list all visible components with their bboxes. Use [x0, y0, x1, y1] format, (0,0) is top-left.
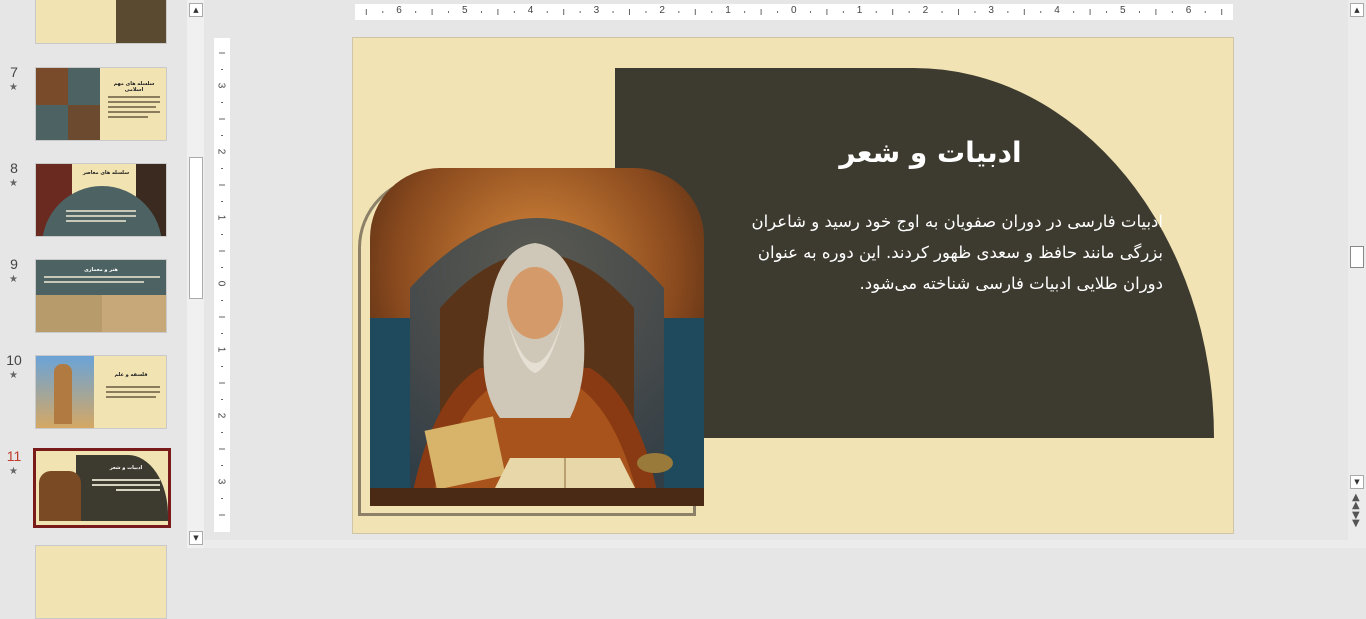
vertical-ruler: 3 2 1 0 1 2 3: [214, 38, 230, 532]
ruler-label: 2: [922, 5, 929, 16]
ruler-label: 5: [1120, 5, 1126, 16]
canvas-scrollbar[interactable]: ▲ ▼ ▲ ▲ ▼ ▼: [1348, 0, 1366, 548]
thumbnail-image: [102, 295, 166, 332]
thumbnail-image: [36, 295, 102, 332]
slide-thumbnail-panel: 7 ★ سلسله های مهم اسلامی 8 ★ سلسله های م…: [0, 0, 186, 619]
thumbnail-image: [39, 471, 81, 521]
thumbnail-title: سلسله های مهم اسلامی: [113, 81, 155, 93]
scroll-up-button[interactable]: ▲: [189, 3, 203, 17]
slide-thumbnail-6[interactable]: [35, 0, 167, 44]
slide-number: 7: [10, 64, 18, 80]
slide-number: 11: [6, 448, 22, 464]
ruler-label: 6: [396, 5, 402, 16]
star-icon: ★: [9, 466, 18, 477]
horizontal-scrollbar[interactable]: [204, 540, 1348, 548]
slide-thumbnail-10[interactable]: فلسفه و علم: [35, 355, 167, 429]
thumbnail-image: [36, 68, 68, 105]
star-icon: ★: [9, 178, 18, 189]
thumbnail-image: [68, 105, 100, 140]
ruler-label: 2: [215, 412, 227, 419]
ruler-label: 0: [215, 280, 227, 287]
ruler-label: 1: [215, 346, 227, 353]
horizontal-ruler: 6 5 4 3 2 1 0 1 2 3 4 5 6: [355, 4, 1233, 20]
next-slide-icon[interactable]: ▼ ▼: [1352, 511, 1360, 529]
thumbnail-title: فلسفه و علم: [114, 372, 148, 378]
thumbnail-title: هنر و معماری: [84, 267, 118, 273]
ruler-label: 3: [215, 478, 227, 485]
star-icon: ★: [9, 82, 18, 93]
thumbnail-scrollbar[interactable]: ▲ ▼: [187, 0, 204, 548]
scroll-thumb[interactable]: [1350, 246, 1364, 268]
slide-number: 8: [10, 160, 18, 176]
slide-number: 10: [6, 352, 22, 368]
ruler-label: 3: [988, 5, 994, 16]
ruler-label: 4: [527, 5, 534, 16]
slide-number: 9: [10, 256, 18, 272]
ruler-label: 5: [462, 5, 468, 16]
poet-painting-image[interactable]: [370, 168, 704, 506]
thumbnail-title: ادبیات و شعر: [109, 465, 143, 471]
scroll-thumb[interactable]: [189, 157, 203, 299]
thumbnail-tower: [54, 364, 72, 424]
slide-thumbnail-11-selected[interactable]: ادبیات و شعر: [33, 448, 171, 528]
ruler-label: 0: [791, 5, 797, 16]
scroll-down-button[interactable]: ▼: [1350, 475, 1364, 489]
ruler-label: 1: [856, 5, 863, 16]
star-icon: ★: [9, 274, 18, 285]
ruler-label: 2: [659, 5, 665, 16]
thumbnail-image: [116, 0, 166, 43]
slide-canvas[interactable]: ادبیات و شعر ادبیات فارسی در دوران صفویا…: [352, 37, 1234, 534]
ruler-label: 3: [215, 82, 227, 89]
star-icon: ★: [9, 370, 18, 381]
slide-title[interactable]: ادبیات و شعر: [683, 136, 1178, 169]
scroll-down-button[interactable]: ▼: [189, 531, 203, 545]
poet-painting-illustration: [370, 168, 704, 506]
ruler-label: 3: [593, 5, 600, 16]
ruler-label: 6: [1185, 5, 1192, 16]
scroll-up-button[interactable]: ▲: [1350, 3, 1364, 17]
ruler-label: 2: [215, 148, 227, 155]
ruler-label: 1: [215, 214, 227, 221]
slide-body-text[interactable]: ادبیات فارسی در دوران صفویان به اوج خود …: [728, 206, 1163, 299]
previous-slide-icon[interactable]: ▲ ▲: [1352, 493, 1360, 511]
slide-thumbnail-12[interactable]: [35, 545, 167, 619]
ruler-label: 4: [1054, 5, 1060, 16]
slide-thumbnail-9[interactable]: هنر و معماری: [35, 259, 167, 333]
ruler-label: 1: [725, 5, 731, 16]
slide-thumbnail-7[interactable]: سلسله های مهم اسلامی: [35, 67, 167, 141]
thumbnail-title: سلسله های معاصر: [82, 170, 130, 176]
slide-thumbnail-8[interactable]: سلسله های معاصر: [35, 163, 167, 237]
